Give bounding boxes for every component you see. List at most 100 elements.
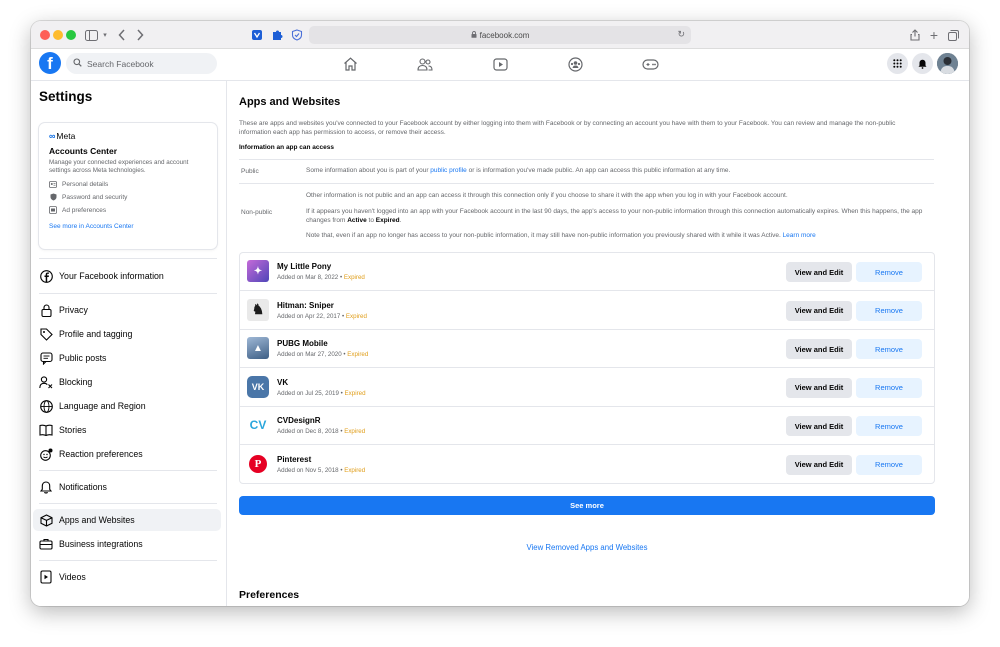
back-icon[interactable] [114, 27, 130, 43]
info-divider [239, 183, 934, 184]
home-icon[interactable] [341, 56, 359, 72]
video-icon [39, 570, 53, 584]
lock-icon [39, 303, 53, 317]
info-heading: Information an app can access [239, 144, 335, 151]
sidebar-item-apps-and-websites[interactable]: Apps and Websites [33, 509, 221, 531]
intro-text: These are apps and websites you've conne… [239, 120, 896, 136]
remove-button[interactable]: Remove [856, 416, 922, 436]
sidebar-item-notifications[interactable]: Notifications [33, 476, 221, 498]
view-removed-apps-link[interactable]: View Removed Apps and Websites [227, 543, 947, 552]
remove-button[interactable]: Remove [856, 262, 922, 282]
info-divider [239, 159, 934, 160]
sidebar-divider [39, 293, 217, 294]
status-badge: Expired [344, 389, 366, 397]
sidebar-item-business-integrations[interactable]: Business integrations [33, 533, 221, 555]
sidebar-item-profile-and-tagging[interactable]: Profile and tagging [33, 323, 221, 345]
chevron-down-icon[interactable]: ▾ [97, 27, 113, 43]
view-and-edit-button[interactable]: View and Edit [786, 416, 852, 436]
remove-button[interactable]: Remove [856, 377, 922, 398]
page-title: Apps and Websites [239, 96, 341, 108]
accounts-center-ad-preferences[interactable]: Ad preferences [49, 206, 207, 214]
view-and-edit-button[interactable]: View and Edit [786, 377, 852, 398]
browser-window: ▾ facebook.com ↻ + f Search Facebook Set… [31, 21, 969, 606]
list-item: ♞ Hitman: Sniper Added on Apr 22, 2017 •… [240, 292, 934, 330]
close-window-button[interactable] [40, 30, 50, 40]
list-item: ✦ My Little Pony Added on Mar 8, 2022 • … [240, 253, 934, 291]
view-and-edit-button[interactable]: View and Edit [786, 300, 852, 321]
accounts-center-personal-details[interactable]: Personal details [49, 180, 207, 188]
shield-icon [49, 193, 57, 201]
notifications-icon[interactable] [912, 53, 933, 74]
tab-overview-icon[interactable] [945, 27, 961, 43]
groups-icon[interactable] [566, 56, 584, 72]
preferences-heading: Preferences [239, 589, 300, 601]
list-item: CV CVDesignR Added on Dec 8, 2018 • Expi… [240, 407, 934, 445]
share-icon[interactable] [907, 27, 923, 43]
sidebar-divider [39, 560, 217, 561]
facebook-logo-icon[interactable]: f [39, 52, 61, 74]
public-label: Public [241, 168, 259, 175]
gaming-icon[interactable] [641, 56, 659, 72]
app-name: Hitman: Sniper [277, 300, 334, 310]
app-name: PUBG Mobile [277, 339, 328, 348]
facebook-top-nav: f Search Facebook [31, 49, 969, 81]
status-badge: Expired [343, 274, 365, 281]
sidebar-item-privacy[interactable]: Privacy [33, 299, 221, 321]
safari-toolbar: ▾ facebook.com ↻ + [31, 21, 969, 49]
friends-icon[interactable] [416, 56, 434, 72]
non-public-text-2: If it appears you haven't logged into an… [306, 208, 923, 224]
public-profile-link[interactable]: public profile [430, 167, 467, 174]
minimize-window-button[interactable] [53, 30, 63, 40]
watch-icon[interactable] [491, 56, 509, 72]
app-meta: Added on Apr 22, 2017 • Expired [277, 312, 367, 320]
menu-grid-icon[interactable] [887, 53, 908, 74]
reaction-icon [39, 447, 53, 461]
sidebar-item-language-and-region[interactable]: Language and Region [33, 395, 221, 417]
meta-infinity-icon: ∞ [49, 131, 56, 141]
extension-puzzle-icon[interactable] [269, 27, 285, 43]
sidebar-divider [39, 503, 217, 504]
app-meta: Added on Nov 5, 2018 • Expired [277, 466, 366, 474]
privacy-shield-icon[interactable] [289, 27, 305, 43]
view-and-edit-button[interactable]: View and Edit [786, 339, 852, 359]
url-text: facebook.com [479, 30, 530, 40]
remove-button[interactable]: Remove [856, 339, 922, 359]
accounts-center-card[interactable]: ∞ Meta Accounts Center Manage your conne… [39, 123, 217, 249]
sidebar-item-your-facebook-information[interactable]: Your Facebook information [33, 265, 221, 287]
sidebar-item-reaction-preferences[interactable]: Reaction preferences [33, 443, 221, 465]
sidebar-divider [39, 258, 217, 259]
app-meta: Added on Jul 25, 2019 • Expired [277, 389, 366, 397]
forward-icon[interactable] [132, 27, 148, 43]
status-badge: Expired [345, 312, 367, 320]
view-and-edit-button[interactable]: View and Edit [786, 454, 852, 475]
non-public-label: Non-public [241, 209, 273, 216]
remove-button[interactable]: Remove [856, 300, 922, 321]
sidebar-item-stories[interactable]: Stories [33, 419, 221, 441]
reload-icon[interactable]: ↻ [677, 29, 685, 40]
remove-button[interactable]: Remove [856, 454, 922, 475]
accounts-center-title: Accounts Center [49, 146, 118, 156]
accounts-center-password-security[interactable]: Password and security [49, 193, 207, 201]
app-icon: P [247, 452, 269, 475]
app-name: VK [277, 377, 289, 387]
app-icon: ♞ [247, 298, 269, 321]
learn-more-link[interactable]: Learn more [783, 232, 816, 239]
list-item: VK VK Added on Jul 25, 2019 • Expired Vi… [240, 369, 934, 407]
new-tab-icon[interactable]: + [926, 27, 942, 43]
sidebar-item-public-posts[interactable]: Public posts [33, 347, 221, 369]
address-bar[interactable]: facebook.com ↻ [309, 26, 691, 44]
see-more-button[interactable]: See more [239, 496, 935, 515]
non-public-text-3: Note that, even if an app no longer has … [306, 232, 816, 239]
see-more-accounts-center-link[interactable]: See more in Accounts Center [49, 223, 207, 230]
block-user-icon [39, 375, 53, 389]
avatar[interactable] [937, 53, 958, 74]
extension-shield-icon[interactable] [249, 27, 265, 43]
zoom-window-button[interactable] [66, 30, 76, 40]
view-and-edit-button[interactable]: View and Edit [786, 262, 852, 282]
sidebar-item-videos[interactable]: Videos [33, 566, 221, 588]
main-content: Apps and Websites These are apps and web… [227, 81, 969, 606]
sidebar-item-blocking[interactable]: Blocking [33, 371, 221, 393]
app-icon: ✦ [247, 260, 269, 282]
app-name: Pinterest [277, 454, 312, 464]
search-input[interactable]: Search Facebook [66, 53, 217, 74]
